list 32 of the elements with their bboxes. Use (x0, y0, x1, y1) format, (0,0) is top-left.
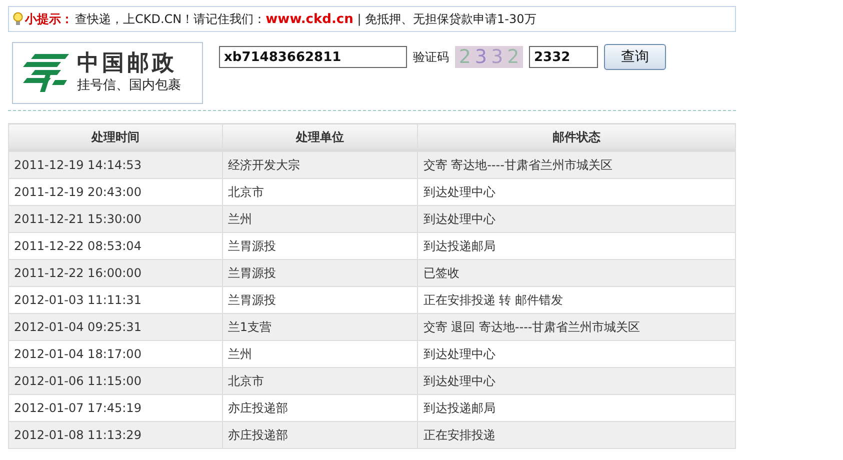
table-cell: 兰1支营 (222, 314, 418, 340)
table-cell: 2011-12-19 14:14:53 (8, 152, 222, 178)
table-cell: 到达处理中心 (418, 368, 736, 394)
table-cell: 交寄 寄达地----甘肃省兰州市城关区 (418, 152, 736, 178)
table-cell: 兰州 (222, 206, 418, 232)
table-cell: 兰胃源投 (222, 260, 418, 286)
lightbulb-icon (13, 12, 23, 26)
query-button[interactable]: 查询 (604, 44, 666, 70)
logo-subtitle: 挂号信、国内包裹 (77, 77, 181, 95)
column-header: 处理时间 (8, 124, 222, 152)
table-cell: 2012-01-04 09:25:31 (8, 314, 222, 340)
table-cell: 北京市 (222, 368, 418, 394)
table-cell: 正在安排投递 (418, 422, 736, 448)
tracking-number-field[interactable]: xb71483662811 (219, 46, 407, 68)
table-cell: 经济开发大宗 (222, 152, 418, 178)
notice-text: 查快递，上CKD.CN！请记住我们：www.ckd.cn | 免抵押、无担保贷款申请1-30万 (75, 10, 536, 28)
captcha-field[interactable]: 2332 (529, 46, 598, 68)
table-cell: 亦庄投递部 (222, 422, 418, 448)
table-cell: 已签收 (418, 260, 736, 286)
table-cell: 交寄 退回 寄达地----甘肃省兰州市城关区 (418, 314, 736, 340)
post-emblem-icon (21, 52, 71, 94)
captcha-label: 验证码 (413, 48, 449, 66)
tip-label: 小提示： (25, 10, 73, 28)
column-header: 邮件状态 (418, 124, 736, 152)
table-cell: 2012-01-06 11:15:00 (8, 368, 222, 394)
table-cell: 2012-01-08 11:13:29 (8, 422, 222, 448)
table-cell: 2011-12-21 15:30:00 (8, 206, 222, 232)
logo-title: 中国邮政 (77, 51, 178, 77)
table-cell: 2011-12-22 16:00:00 (8, 260, 222, 286)
column-header: 处理单位 (222, 124, 418, 152)
table-cell: 到达处理中心 (418, 206, 736, 232)
site-link[interactable]: www.ckd.cn (266, 12, 354, 26)
